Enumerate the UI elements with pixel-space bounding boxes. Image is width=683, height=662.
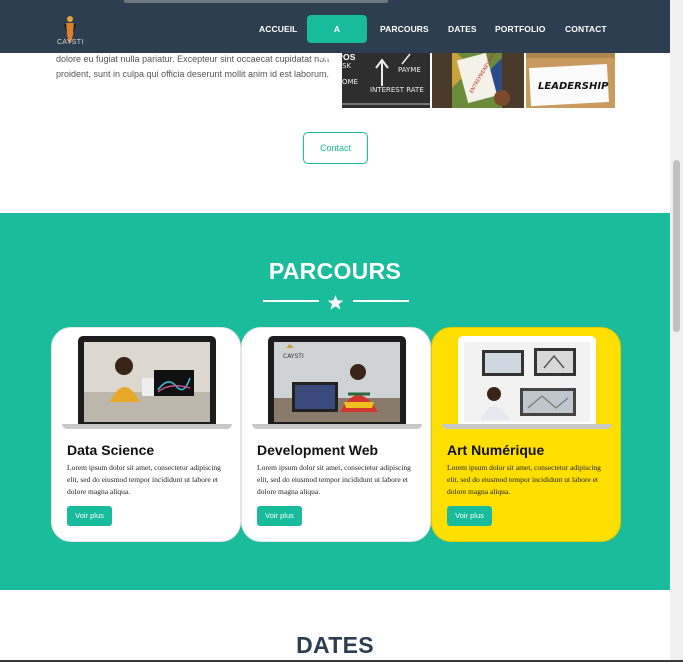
about-image-leadership: LEADERSHIP bbox=[526, 48, 615, 108]
card-title: Art Numérique bbox=[447, 442, 545, 458]
about-image-entrepreneurship: ENTREPRENEURSHIP bbox=[432, 48, 524, 108]
scrollbar-thumb[interactable] bbox=[673, 160, 680, 332]
divider-right bbox=[353, 300, 409, 302]
page-scrollbar[interactable] bbox=[670, 0, 683, 662]
card-description: Lorem ipsum dolor sit amet, consectetur … bbox=[257, 463, 411, 496]
laptop-image: CAYSTI bbox=[252, 334, 422, 430]
nav-item-dates[interactable]: DATES bbox=[440, 15, 482, 43]
card-title: Data Science bbox=[67, 442, 155, 458]
chalk-text-interest: INTEREST RATE bbox=[370, 86, 424, 94]
screen-logo-text: CAYSTI bbox=[283, 353, 304, 360]
navbar: CAYSTI ACCUEIL A PROPOS PARCOURS DATES P… bbox=[0, 0, 670, 62]
leadership-caption: LEADERSHIP bbox=[538, 81, 609, 92]
contact-button[interactable]: Contact bbox=[303, 132, 368, 164]
chalk-text-payme: PAYME bbox=[398, 66, 421, 74]
about-image-interest-rate: INTEREST RATE PAYME SK OME bbox=[342, 48, 430, 108]
nav-item-a-propos[interactable]: A PROPOS bbox=[307, 15, 367, 62]
course-card-art-numerique[interactable]: Art Numérique Lorem ipsum dolor sit amet… bbox=[431, 327, 621, 542]
voir-plus-button[interactable]: Voir plus bbox=[257, 506, 302, 526]
dates-title: DATES bbox=[296, 632, 374, 658]
card-description: Lorem ipsum dolor sit amet, consectetur … bbox=[447, 463, 601, 496]
logo-text: CAYSTI bbox=[57, 39, 84, 46]
nav-item-contact[interactable]: CONTACT bbox=[557, 15, 612, 43]
parcours-section: PARCOURS Data Science Lorem ipsum dolor … bbox=[0, 213, 670, 590]
laptop-image bbox=[62, 334, 232, 430]
address-bar-remnant bbox=[124, 0, 388, 3]
laptop-image bbox=[442, 334, 612, 430]
divider-left bbox=[263, 300, 319, 302]
voir-plus-button[interactable]: Voir plus bbox=[67, 506, 112, 526]
card-description: Lorem ipsum dolor sit amet, consectetur … bbox=[67, 463, 221, 496]
nav-item-accueil[interactable]: ACCUEIL bbox=[251, 15, 302, 43]
course-card-development-web[interactable]: CAYSTI Development Web Lorem ipsum dolor… bbox=[241, 327, 431, 542]
page-viewport: CAYSTI ACCUEIL A PROPOS PARCOURS DATES P… bbox=[0, 0, 670, 660]
about-paragraph: dolore eu fugiat nulla pariatur. Excepte… bbox=[56, 54, 330, 79]
chalk-text-ome: OME bbox=[342, 78, 358, 86]
parcours-title: PARCOURS bbox=[268, 258, 402, 284]
nav-item-parcours[interactable]: PARCOURS bbox=[372, 15, 434, 43]
course-card-data-science[interactable]: Data Science Lorem ipsum dolor sit amet,… bbox=[51, 327, 241, 542]
nav-item-portfolio[interactable]: PORTFOLIO bbox=[487, 15, 551, 43]
card-title: Development Web bbox=[257, 442, 379, 458]
star-icon bbox=[327, 295, 344, 310]
voir-plus-button[interactable]: Voir plus bbox=[447, 506, 492, 526]
